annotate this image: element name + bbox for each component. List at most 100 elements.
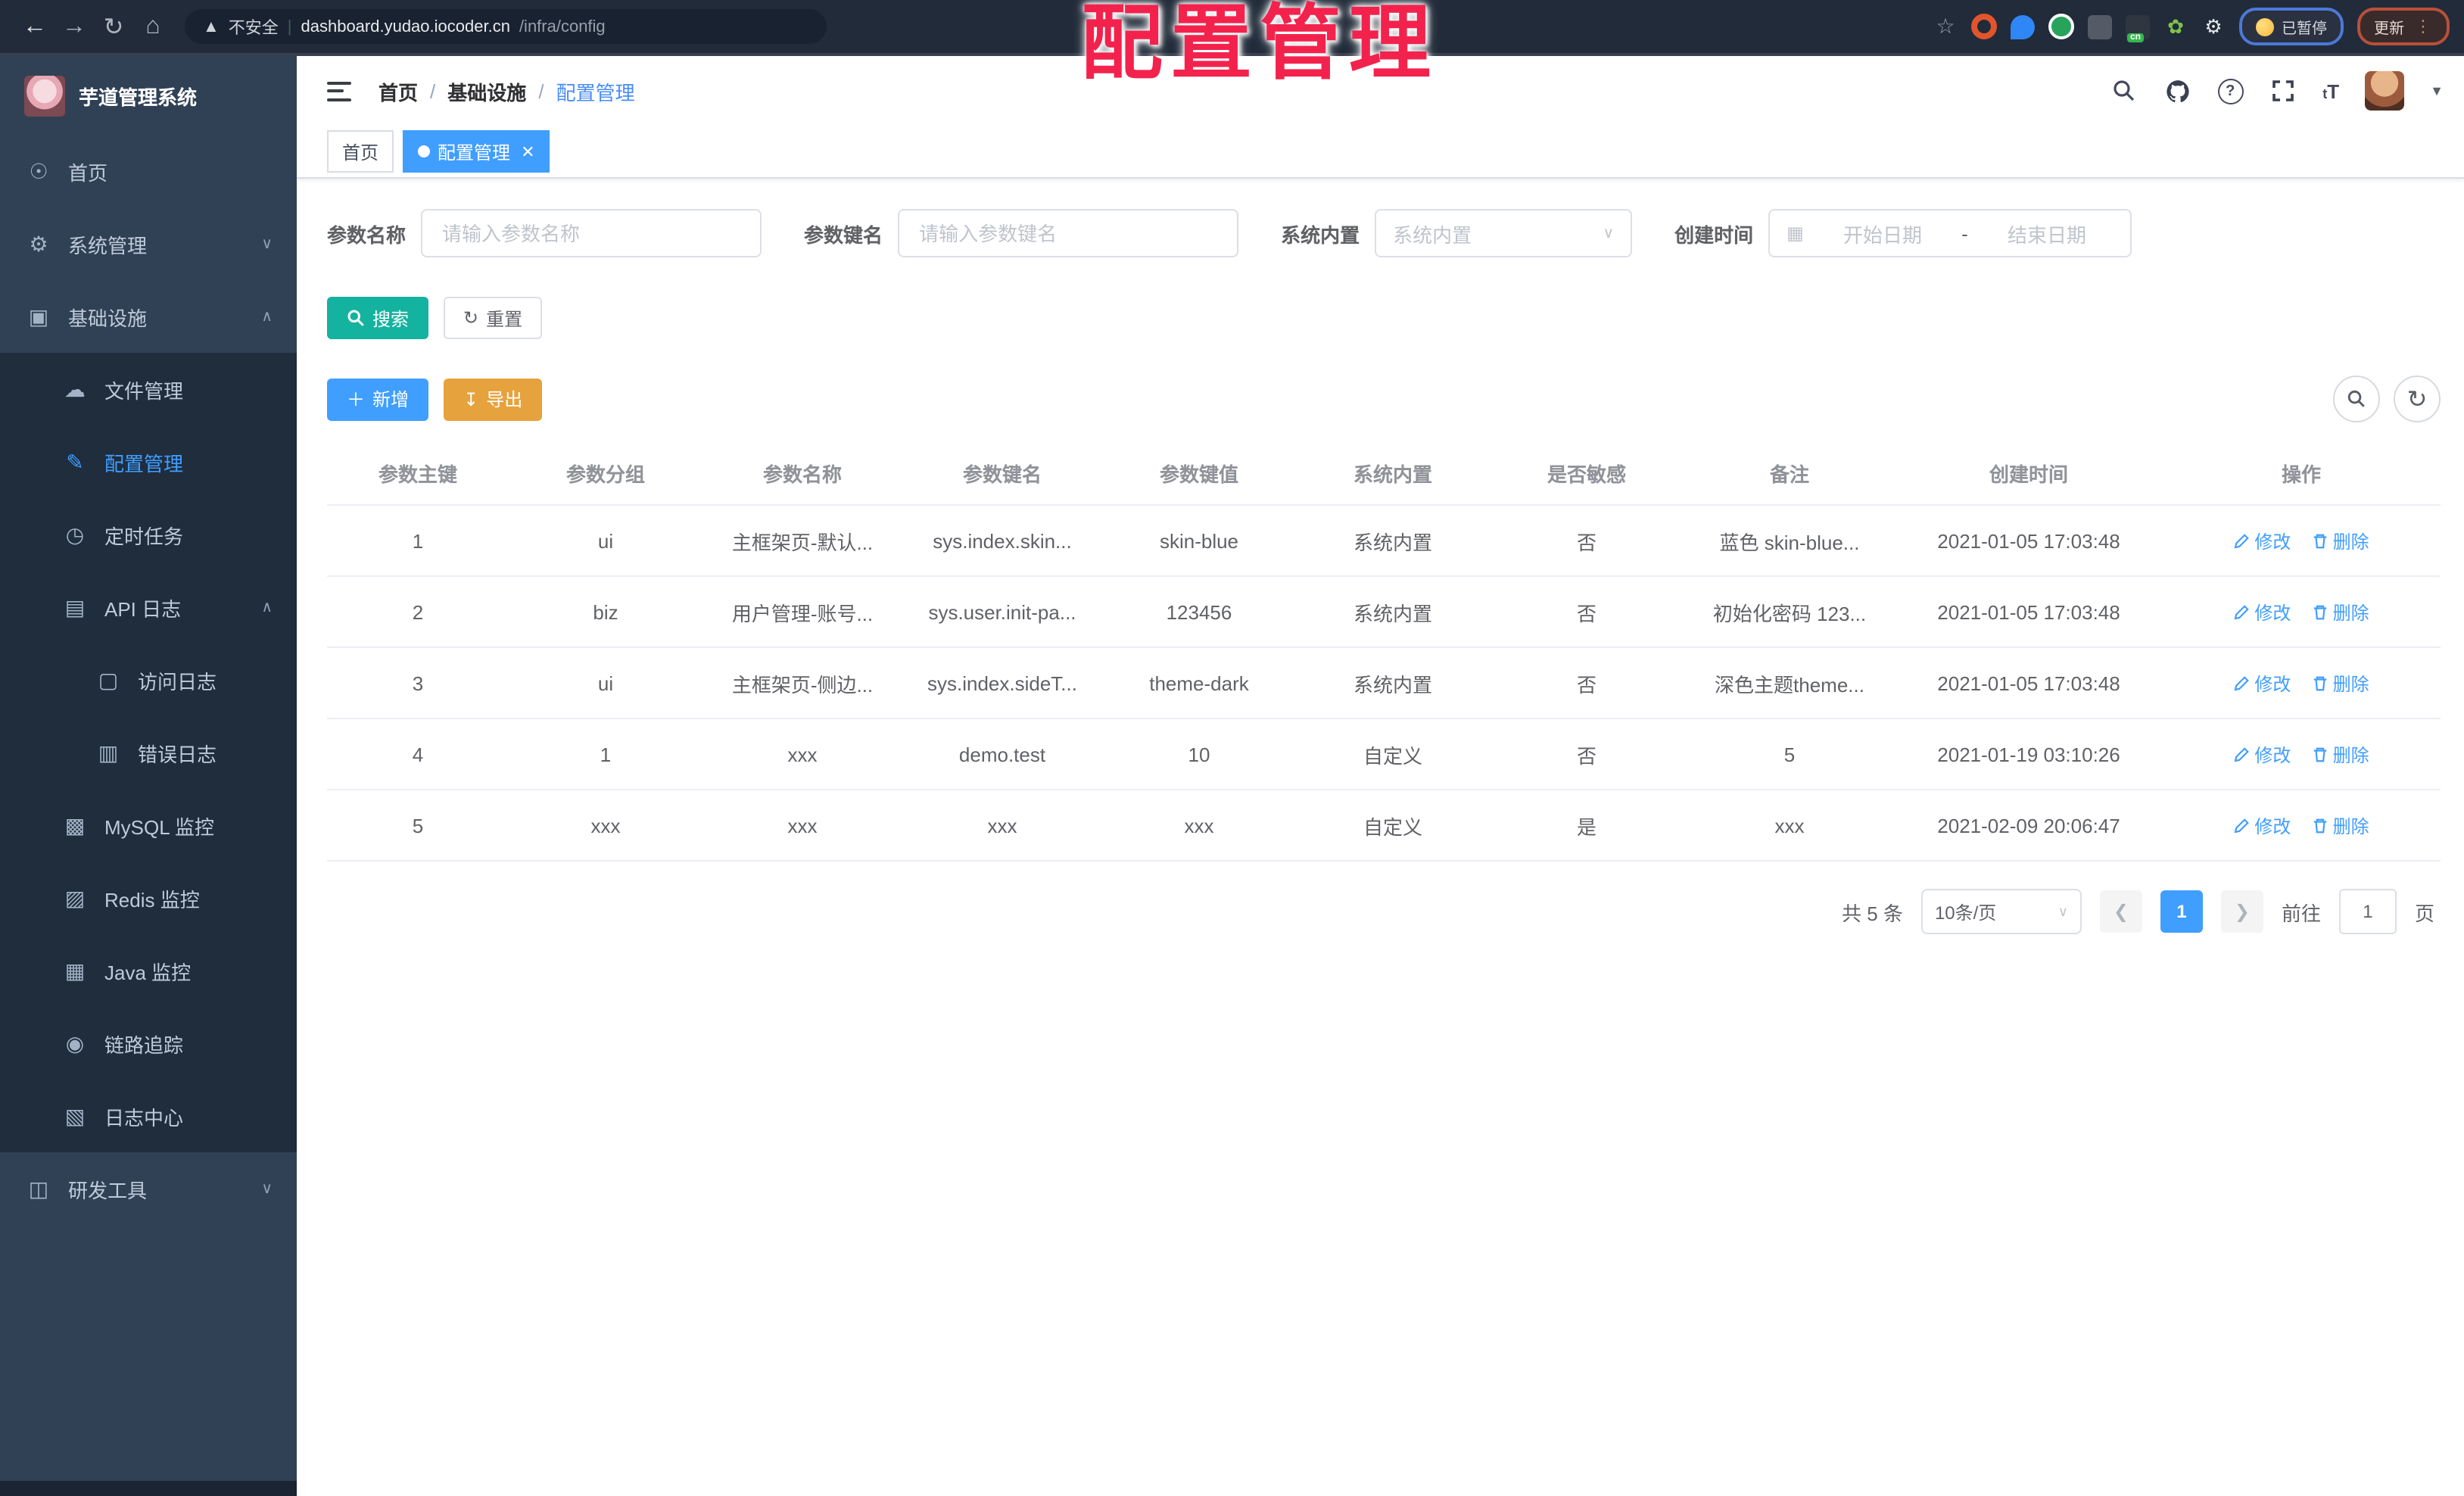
sidebar-item-label: MySQL 监控 bbox=[104, 815, 214, 838]
sidebar: 芋道管理系统 ☉ 首页 ⚙ 系统管理 ∨ ▣ 基础设施 ∧ ☁ 文件管理 ✎ 配… bbox=[0, 56, 297, 1496]
fullscreen-icon[interactable] bbox=[2269, 77, 2297, 104]
sidebar-item-mysql-monitor[interactable]: ▩ MySQL 监控 bbox=[0, 789, 297, 862]
github-icon[interactable] bbox=[2163, 77, 2191, 104]
sidebar-item-infrastructure[interactable]: ▣ 基础设施 ∧ bbox=[0, 280, 297, 353]
update-label: 更新 bbox=[2374, 21, 2404, 38]
search-icon[interactable] bbox=[2110, 77, 2138, 104]
select-placeholder: 系统内置 bbox=[1393, 223, 1472, 246]
sidebar-toggle-icon[interactable] bbox=[327, 81, 351, 101]
edit-icon: ✎ bbox=[66, 449, 84, 473]
prev-page-button[interactable]: ❮ bbox=[2099, 890, 2142, 933]
col-create-time: 创建时间 bbox=[1896, 441, 2162, 506]
extension-grid-icon[interactable] bbox=[2088, 14, 2112, 39]
sidebar-item-log-center[interactable]: ▧ 日志中心 bbox=[0, 1080, 297, 1152]
sidebar-item-label: 访问日志 bbox=[138, 670, 217, 693]
font-size-icon[interactable]: tT bbox=[2322, 79, 2339, 102]
edit-link[interactable]: 修改 bbox=[2233, 741, 2291, 767]
sidebar-item-scheduled-jobs[interactable]: ◷ 定时任务 bbox=[0, 498, 297, 571]
breadcrumb-separator: / bbox=[538, 79, 544, 102]
add-button[interactable]: ＋ 新增 bbox=[327, 378, 429, 420]
user-caret-icon[interactable]: ▼ bbox=[2430, 83, 2444, 98]
sidebar-item-label: 首页 bbox=[68, 161, 108, 184]
breadcrumb-parent[interactable]: 基础设施 bbox=[447, 76, 526, 105]
extension-blue-pin-icon[interactable] bbox=[2011, 14, 2035, 39]
browser-back-icon[interactable]: ← bbox=[15, 7, 55, 46]
delete-link[interactable]: 删除 bbox=[2312, 599, 2369, 625]
edit-link-label: 修改 bbox=[2254, 602, 2291, 623]
extensions-puzzle-icon[interactable]: ⚙ bbox=[2201, 14, 2226, 39]
browser-forward-icon[interactable]: → bbox=[55, 7, 94, 46]
edit-link[interactable]: 修改 bbox=[2233, 528, 2291, 553]
edit-link[interactable]: 修改 bbox=[2233, 812, 2291, 838]
add-button-label: 新增 bbox=[372, 389, 410, 410]
tag-config-management[interactable]: 配置管理 ✕ bbox=[403, 130, 550, 173]
sidebar-item-tracing[interactable]: ◉ 链路追踪 bbox=[0, 1007, 297, 1080]
goto-page-input[interactable] bbox=[2338, 889, 2397, 934]
cell: 5 bbox=[1684, 718, 1896, 790]
extension-translate-icon[interactable]: cn bbox=[2126, 14, 2150, 42]
table-tools: ↻ bbox=[2333, 376, 2441, 422]
home-icon: ☉ bbox=[29, 158, 48, 182]
extension-orange-ring-icon[interactable] bbox=[1971, 14, 1997, 39]
browser-toolbar-right: ☆ cn ✿ ⚙ 已暂停 更新 ⋮ bbox=[1933, 8, 2450, 45]
sidebar-item-dev-tools[interactable]: ◫ 研发工具 ∨ bbox=[0, 1152, 297, 1225]
update-button[interactable]: 更新 ⋮ bbox=[2357, 8, 2450, 45]
cn-badge: cn bbox=[2127, 33, 2145, 42]
cell: sys.user.init-pa... bbox=[902, 576, 1102, 648]
param-name-input[interactable] bbox=[439, 220, 744, 246]
extension-leaf-icon[interactable]: ✿ bbox=[2163, 14, 2188, 39]
delete-link[interactable]: 删除 bbox=[2312, 812, 2369, 838]
cell-operations: 修改 删除 bbox=[2162, 505, 2441, 577]
reset-button[interactable]: ↻ 重置 bbox=[444, 297, 543, 339]
paused-badge[interactable]: 已暂停 bbox=[2239, 8, 2344, 45]
date-start-placeholder: 开始日期 bbox=[1843, 223, 1922, 246]
sidebar-item-home[interactable]: ☉ 首页 bbox=[0, 135, 297, 207]
sidebar-item-system[interactable]: ⚙ 系统管理 ∨ bbox=[0, 207, 297, 280]
app-logo[interactable]: 芋道管理系统 bbox=[0, 56, 297, 135]
user-avatar[interactable] bbox=[2365, 71, 2405, 111]
refresh-table-button[interactable]: ↻ bbox=[2394, 376, 2441, 422]
extension-green-circle-icon[interactable] bbox=[2048, 14, 2074, 39]
bookmark-star-icon[interactable]: ☆ bbox=[1933, 14, 1958, 39]
sidebar-item-access-log[interactable]: ▢ 访问日志 bbox=[0, 644, 297, 716]
cell: 2 bbox=[327, 576, 509, 648]
tag-home[interactable]: 首页 bbox=[327, 130, 394, 173]
cell: xxx bbox=[702, 790, 902, 862]
export-button[interactable]: ↧ 导出 bbox=[444, 378, 543, 420]
cell: ui bbox=[509, 505, 702, 577]
browser-menu-icon[interactable]: ⋮ bbox=[2415, 17, 2433, 36]
edit-link[interactable]: 修改 bbox=[2233, 599, 2291, 625]
browser-reload-icon[interactable]: ↻ bbox=[94, 7, 133, 46]
sidebar-item-java-monitor[interactable]: ▦ Java 监控 bbox=[0, 934, 297, 1007]
address-bar[interactable]: ▲ 不安全 | dashboard.yudao.iocoder.cn/infra… bbox=[185, 9, 827, 44]
logo-avatar bbox=[24, 75, 65, 116]
system-builtin-select[interactable]: 系统内置 ∨ bbox=[1375, 209, 1633, 257]
date-range-picker[interactable]: ▦ 开始日期 - 结束日期 bbox=[1768, 209, 2132, 257]
edit-link[interactable]: 修改 bbox=[2233, 670, 2291, 696]
breadcrumb-home[interactable]: 首页 bbox=[378, 76, 418, 105]
next-page-button[interactable]: ❯ bbox=[2220, 890, 2263, 933]
delete-link[interactable]: 删除 bbox=[2312, 670, 2369, 696]
browser-home-icon[interactable]: ⌂ bbox=[133, 7, 173, 46]
delete-link[interactable]: 删除 bbox=[2312, 741, 2369, 767]
sidebar-item-file-management[interactable]: ☁ 文件管理 bbox=[0, 353, 297, 425]
sidebar-item-error-log[interactable]: ▥ 错误日志 bbox=[0, 716, 297, 789]
search-button[interactable]: 搜索 bbox=[327, 297, 429, 339]
param-key-input[interactable] bbox=[916, 220, 1221, 246]
page-size-select[interactable]: 10条/页 ∨ bbox=[1920, 889, 2082, 934]
sidebar-item-config-management[interactable]: ✎ 配置管理 bbox=[0, 425, 297, 498]
close-icon[interactable]: ✕ bbox=[521, 142, 534, 161]
sidebar-item-api-log[interactable]: ▤ API 日志 ∧ bbox=[0, 571, 297, 644]
tag-label: 首页 bbox=[342, 142, 379, 163]
cell: 2021-01-05 17:03:48 bbox=[1896, 505, 2162, 577]
page-number-button[interactable]: 1 bbox=[2160, 890, 2203, 933]
cell: xxx bbox=[1684, 790, 1896, 862]
toggle-search-button[interactable] bbox=[2333, 376, 2380, 422]
cell: demo.test bbox=[902, 718, 1102, 790]
red-annotation-overlay: 配置管理 bbox=[1081, 0, 1438, 89]
chevron-down-icon: ∨ bbox=[1603, 225, 1615, 242]
delete-link[interactable]: 删除 bbox=[2312, 528, 2369, 553]
help-icon[interactable]: ? bbox=[2216, 77, 2244, 104]
sidebar-item-redis-monitor[interactable]: ▨ Redis 监控 bbox=[0, 862, 297, 934]
date-end-placeholder: 结束日期 bbox=[2007, 223, 2086, 246]
